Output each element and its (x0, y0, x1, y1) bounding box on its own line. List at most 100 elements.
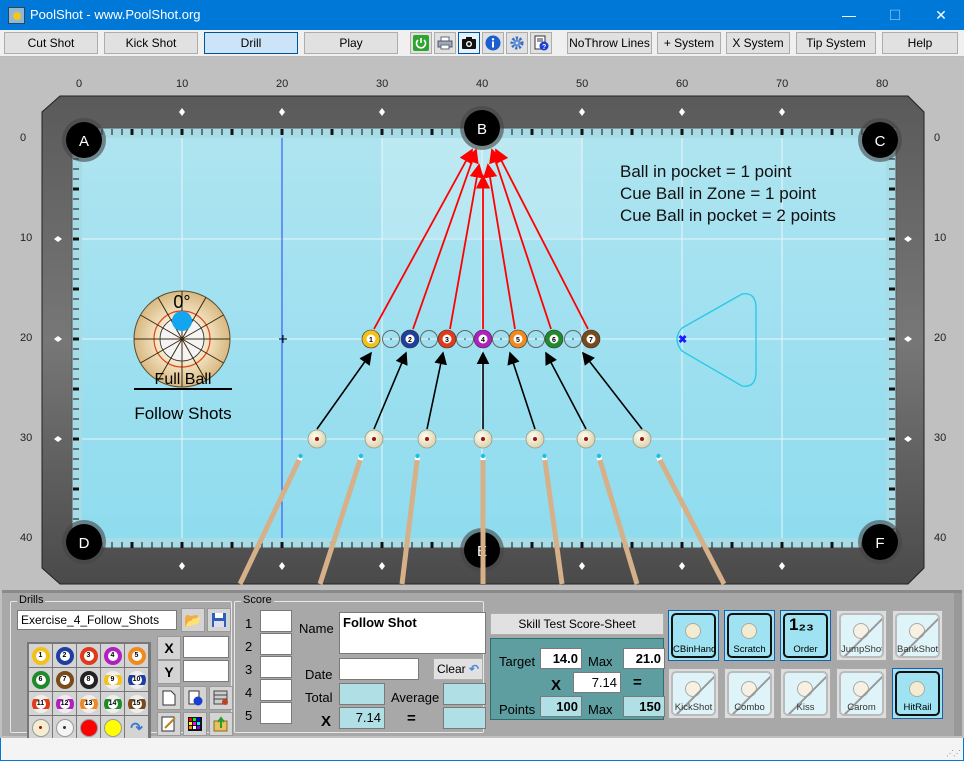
plus-system-button[interactable]: + System (657, 32, 721, 54)
palette-ball-13[interactable]: 13 (77, 692, 100, 715)
x-coordinate-input[interactable] (183, 636, 229, 658)
ruler-tick (889, 337, 895, 341)
target-max-value[interactable]: 21.0 (623, 648, 665, 669)
palette-cue-ball[interactable] (29, 716, 52, 739)
palette-ball-2[interactable]: 2 (53, 644, 76, 667)
palette-ball-14[interactable]: 14 (101, 692, 124, 715)
score-result (443, 707, 486, 729)
palette-ball-6[interactable]: 6 (29, 668, 52, 691)
panel-edge (954, 593, 962, 736)
ruler-tick (380, 129, 384, 135)
ruler-tick (130, 542, 134, 548)
drill-help-button[interactable] (183, 686, 207, 710)
y-coordinate-input[interactable] (183, 660, 229, 682)
screenshot-button[interactable] (458, 32, 480, 54)
palette-ball-5[interactable]: 5 (125, 644, 148, 667)
palette-ball-8[interactable]: 8 (77, 668, 100, 691)
info-button[interactable] (482, 32, 504, 54)
palette-ball-1[interactable]: 1 (29, 644, 52, 667)
drill-title: Follow Shots (134, 404, 231, 423)
scoring-line-1: Ball in pocket = 1 point (620, 162, 792, 181)
ruler-tick (211, 129, 213, 135)
shot-type-scratch[interactable]: Scratch (724, 610, 775, 661)
ruler-tick (889, 168, 895, 170)
palette-redo[interactable]: ↷ (125, 716, 148, 739)
help-button[interactable]: Help (882, 32, 958, 54)
play-button[interactable]: Play (304, 32, 398, 54)
shot-type-jumpshot[interactable]: JumpShot (836, 610, 887, 661)
shot-type-combo[interactable]: Combo (724, 668, 775, 719)
new-drill-button[interactable] (157, 686, 181, 710)
kick-shot-button[interactable]: Kick Shot (104, 32, 198, 54)
pool-table-canvas[interactable]: 0 10 20 30 40 50 60 70 80 0 0 10 10 20 20 30 30 40 40 (2, 58, 962, 590)
color-grid-icon (188, 717, 202, 731)
palette-ball-11[interactable]: 11 (29, 692, 52, 715)
drill-list-button[interactable] (209, 686, 233, 710)
ruler-tick (889, 228, 895, 230)
palette-ball-12[interactable]: 12 (53, 692, 76, 715)
ghost-ball-icon (55, 718, 74, 737)
palette-yellow-marker[interactable] (101, 716, 124, 739)
skill-test-score-sheet-button[interactable]: Skill Test Score-Sheet (490, 613, 664, 635)
ruler-tick (73, 487, 79, 491)
score-input-3[interactable] (260, 656, 292, 678)
palette-ball-9[interactable]: 9 (101, 668, 124, 691)
ruler-tick (401, 542, 403, 548)
edit-notes-button[interactable] (157, 712, 181, 736)
shot-type-kickshot[interactable]: KickShot (668, 668, 719, 719)
print-button[interactable] (434, 32, 456, 54)
shot-type-order[interactable]: 1₂₃ Order (780, 610, 831, 661)
score-input-1[interactable] (260, 610, 292, 632)
minimize-button[interactable]: — (826, 0, 872, 30)
palette-ball-15[interactable]: 15 (125, 692, 148, 715)
palette-ball-4[interactable]: 4 (101, 644, 124, 667)
hitrail-icon (909, 681, 925, 697)
palette-ball-3[interactable]: 3 (77, 644, 100, 667)
ruler-tick (630, 542, 634, 548)
palette-ball-7[interactable]: 7 (53, 668, 76, 691)
drill-filename-input[interactable]: Exercise_4_Follow_Shots (17, 610, 177, 630)
target-value[interactable]: 14.0 (540, 648, 582, 669)
combo-icon (741, 681, 757, 697)
skill-multiplier[interactable]: 7.14 (573, 672, 621, 693)
shot-type-carom[interactable]: Carom (836, 668, 887, 719)
help-doc-button[interactable]: ? (530, 32, 552, 54)
name-input[interactable]: Follow Shot (339, 612, 486, 654)
x-system-button[interactable]: X System (726, 32, 790, 54)
aim-label: Full Ball (155, 371, 212, 388)
power-button[interactable] (410, 32, 432, 54)
open-drill-button[interactable]: 📂 (181, 608, 205, 632)
score-row-label: 3 (245, 662, 253, 677)
average-label: Average (391, 690, 440, 705)
shot-type-hitrail[interactable]: HitRail (892, 668, 943, 719)
shot-type-cbinhand[interactable]: CBinHand (668, 610, 719, 661)
close-button[interactable]: ✕ (918, 0, 964, 30)
ruler-tick (530, 542, 534, 548)
tip-system-button[interactable]: Tip System (796, 32, 876, 54)
score-input-5[interactable] (260, 702, 292, 724)
shot-type-bankshot[interactable]: BankShot (892, 610, 943, 661)
score-input-4[interactable] (260, 679, 292, 701)
scratch-icon (741, 623, 757, 639)
ruler-tick (889, 518, 895, 520)
score-input-2[interactable] (260, 633, 292, 655)
pool-table[interactable]: ABCDEF ✖ 0° Full Ball Follow Shots Ball … (2, 58, 962, 590)
clear-button[interactable]: Clear ↶ (433, 658, 483, 680)
save-drill-button[interactable] (207, 608, 231, 632)
palette-ghost-ball[interactable] (53, 716, 76, 739)
export-drill-button[interactable] (209, 712, 233, 736)
object-ball-number: 5 (516, 337, 520, 344)
ruler-tick (191, 542, 193, 548)
shot-type-kiss[interactable]: Kiss (780, 668, 831, 719)
palette-red-marker[interactable] (77, 716, 100, 739)
drill-button[interactable]: Drill (204, 32, 298, 54)
resize-grip-icon[interactable]: ⋰⋰ (946, 749, 961, 758)
no-throw-lines-button[interactable]: NoThrow Lines (567, 32, 652, 54)
date-input[interactable] (339, 658, 419, 680)
ruler-tick (751, 129, 753, 135)
cut-shot-button[interactable]: Cut Shot (4, 32, 98, 54)
settings-button[interactable] (506, 32, 528, 54)
color-palette-button[interactable] (183, 712, 207, 736)
maximize-button[interactable]: ☐ (872, 0, 918, 30)
palette-ball-10[interactable]: 10 (125, 668, 148, 691)
